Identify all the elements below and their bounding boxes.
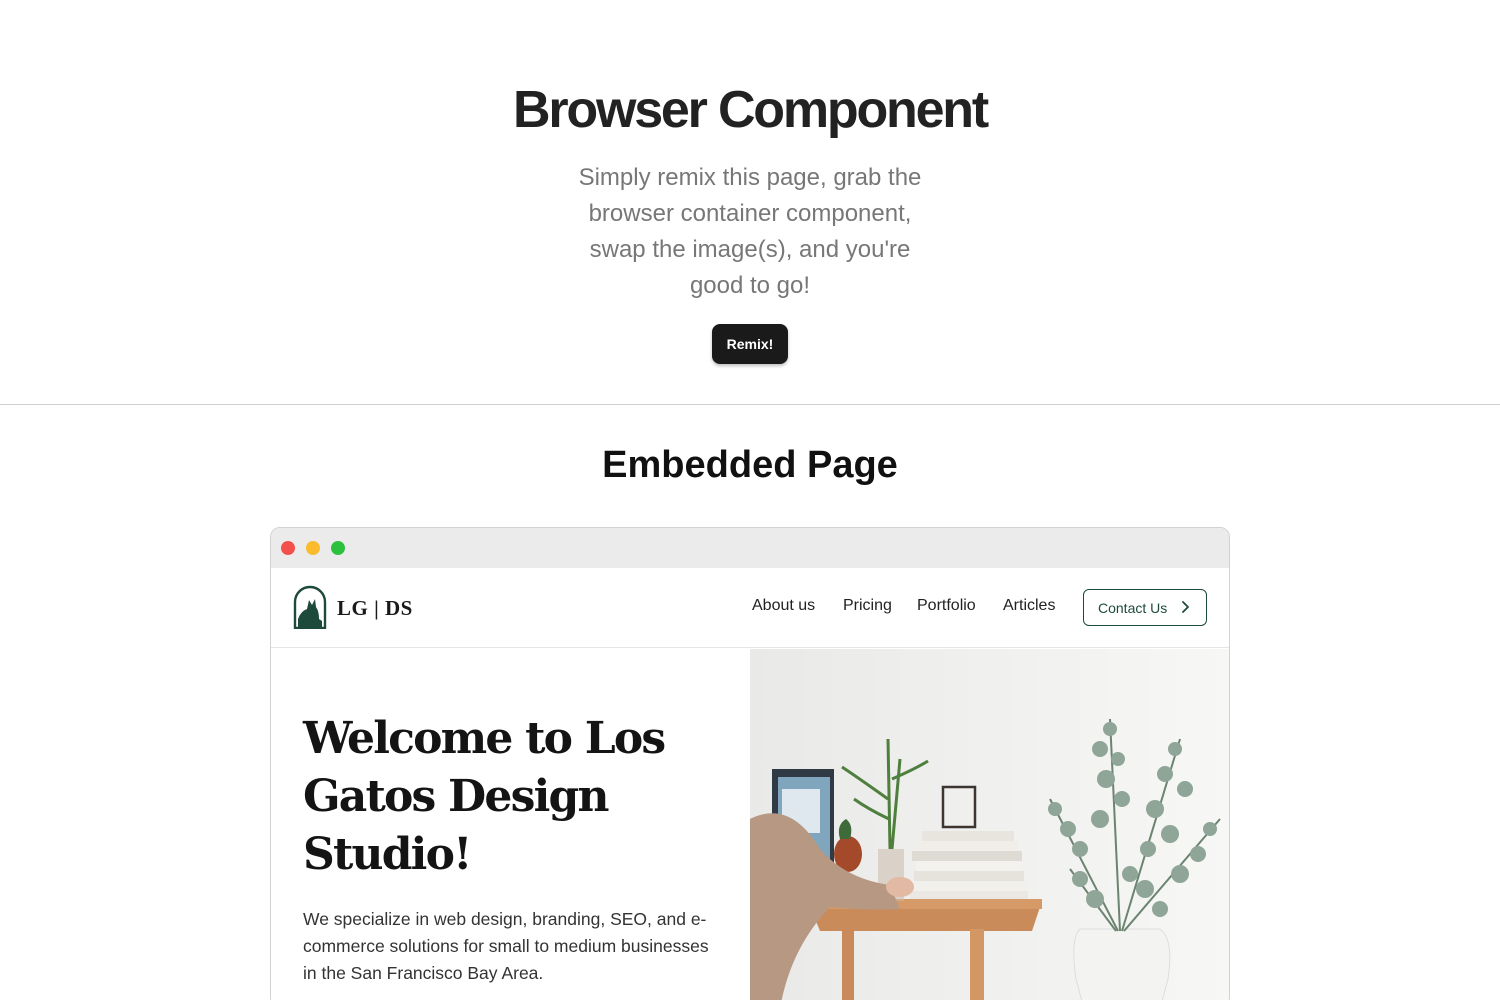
section-title: Embedded Page [602, 444, 898, 486]
hero-subtitle: Simply remix this page, grab the browser… [578, 164, 922, 299]
remix-button[interactable]: Remix! [712, 324, 788, 364]
browser-window: LG | DS About us Pricing Portfolio Artic… [270, 527, 1230, 1000]
nav-link-pricing[interactable]: Pricing [843, 597, 892, 615]
hero-section: Browser Component Simply remix this page… [0, 0, 1500, 404]
hero-content: Welcome to Los Gatos Design Studio! We s… [271, 649, 750, 1000]
contact-us-button[interactable]: Contact Us [1083, 589, 1207, 626]
close-window-button[interactable] [281, 541, 295, 555]
nav-link-articles[interactable]: Articles [1003, 597, 1055, 615]
maximize-window-button[interactable] [331, 541, 345, 555]
browser-titlebar [271, 528, 1229, 568]
nav-link-portfolio[interactable]: Portfolio [917, 597, 976, 615]
workspace-photo [750, 649, 1229, 1000]
chevron-right-icon [1182, 601, 1189, 613]
minimize-window-button[interactable] [306, 541, 320, 555]
welcome-heading: Welcome to Los Gatos Design Studio! [303, 713, 666, 880]
nav-link-about[interactable]: About us [752, 597, 815, 615]
studio-description: We specialize in web design, branding, S… [303, 909, 709, 983]
logo-text[interactable]: LG | DS [337, 596, 413, 621]
hero-title: Browser Component [513, 81, 989, 139]
cat-logo-icon[interactable] [293, 585, 327, 629]
section-divider [0, 404, 1500, 405]
contact-us-label: Contact Us [1098, 599, 1168, 616]
site-navbar: LG | DS About us Pricing Portfolio Artic… [271, 568, 1229, 648]
